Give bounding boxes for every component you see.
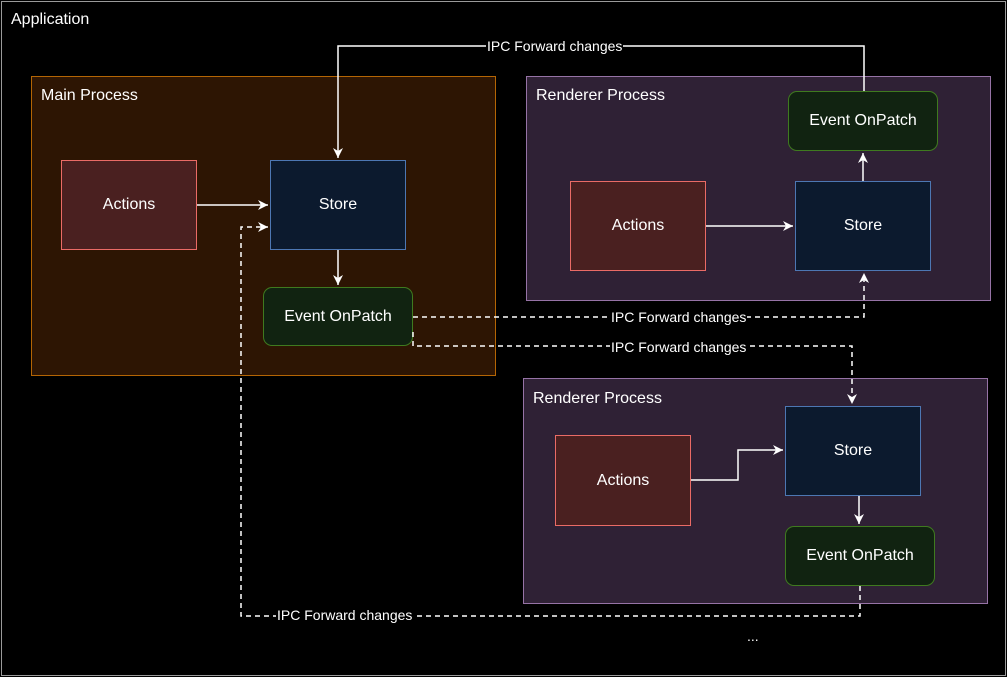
renderer-1-store-label: Store — [843, 217, 883, 234]
edge-label-r2-to-main: IPC Forward changes — [276, 607, 414, 623]
main-process-title: Main Process — [41, 87, 138, 104]
renderer-1-store-node[interactable]: Store — [795, 181, 931, 271]
renderer-1-event-label: Event OnPatch — [809, 112, 917, 129]
edge-label-top: IPC Forward changes — [486, 38, 624, 54]
application-title: Application — [11, 11, 90, 28]
renderer-2-store-node[interactable]: Store — [785, 406, 921, 496]
renderer-2-title: Renderer Process — [533, 390, 662, 407]
main-event-label: Event OnPatch — [284, 307, 392, 325]
edge-label-main-to-r2: IPC Forward changes — [610, 339, 748, 355]
renderer-2-event-node[interactable]: Event OnPatch — [785, 526, 935, 586]
renderer-2-store-label: Store — [833, 442, 873, 459]
main-event-node[interactable]: Event OnPatch — [263, 287, 413, 346]
renderer-1-event-node[interactable]: Event OnPatch — [788, 91, 938, 151]
renderer-1-title: Renderer Process — [536, 87, 665, 104]
main-actions-label: Actions — [102, 196, 156, 213]
renderer-2-actions-node[interactable]: Actions — [555, 435, 691, 526]
renderer-1-actions-label: Actions — [611, 217, 665, 234]
renderer-2-actions-label: Actions — [596, 471, 650, 489]
ellipsis-more-renderers: ... — [747, 628, 759, 644]
main-store-node[interactable]: Store — [270, 160, 406, 250]
main-store-label: Store — [318, 196, 358, 213]
main-actions-node[interactable]: Actions — [61, 160, 197, 250]
renderer-1-actions-node[interactable]: Actions — [570, 181, 706, 271]
renderer-2-event-label: Event OnPatch — [806, 547, 914, 564]
edge-label-main-to-r1: IPC Forward changes — [610, 309, 748, 325]
